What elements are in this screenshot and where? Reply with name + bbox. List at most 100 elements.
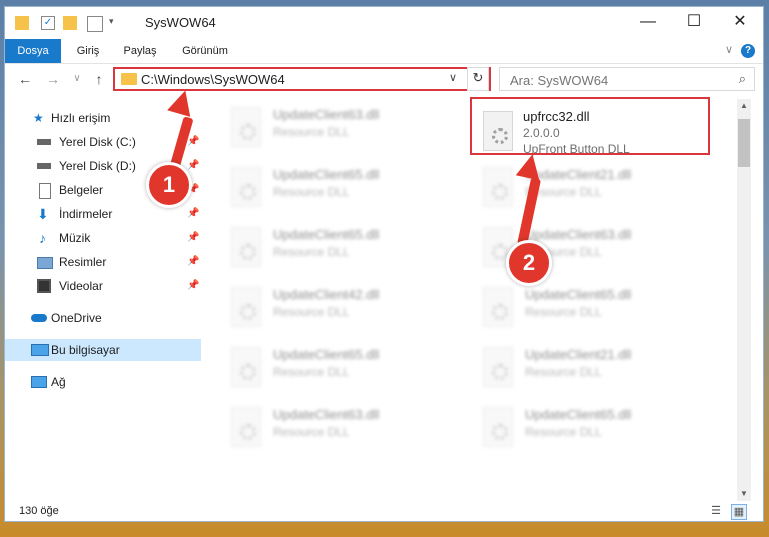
pin-icon[interactable]: 📌 <box>187 251 199 273</box>
back-button[interactable]: ← <box>15 69 35 89</box>
file-name: UpdateClient65.dll <box>273 167 380 182</box>
file-description: Resource DLL <box>273 305 350 319</box>
scroll-down-icon[interactable]: ▼ <box>737 489 751 498</box>
new-folder-icon[interactable] <box>63 16 77 30</box>
file-name: UpdateClient65.dll <box>273 227 380 242</box>
scroll-up-icon[interactable]: ▲ <box>737 101 751 110</box>
dll-file-icon <box>231 227 261 267</box>
item-count: 130 öğe <box>19 505 59 517</box>
file-item[interactable]: UpdateClient65.dll Resource DLL <box>223 219 463 275</box>
pin-icon[interactable]: 📌 <box>187 227 199 249</box>
tab-file[interactable]: Dosya <box>5 39 61 63</box>
music-icon: ♪ <box>39 230 46 246</box>
search-box[interactable]: ⌕ <box>499 67 755 91</box>
recent-locations-button[interactable]: ∨ <box>67 69 87 89</box>
file-name: UpdateClient21.dll <box>525 347 632 362</box>
file-description: Resource DLL <box>525 425 602 439</box>
tab-view[interactable]: Görünüm <box>173 39 237 63</box>
maximize-button[interactable]: ☐ <box>671 7 717 37</box>
address-dropdown-icon[interactable]: ∨ <box>449 71 457 84</box>
file-explorer-window: ✓ ▾ SysWOW64 — ☐ ✕ Dosya Giriş Paylaş Gö… <box>4 6 764 522</box>
tab-home[interactable]: Giriş <box>67 39 109 63</box>
computer-icon <box>31 344 49 356</box>
sidebar-item-label: Hızlı erişim <box>51 111 111 125</box>
file-name: UpdateClient65.dll <box>273 347 380 362</box>
pin-icon[interactable]: 📌 <box>187 275 199 297</box>
search-icon[interactable]: ⌕ <box>739 71 746 87</box>
sidebar-item-label: İndirmeler <box>59 207 113 221</box>
minimize-button[interactable]: — <box>625 7 671 37</box>
network-icon <box>31 376 47 388</box>
file-item[interactable]: UpdateClient65.dll Resource DLL <box>223 339 463 395</box>
sidebar-item-music[interactable]: ♪ Müzik 📌 <box>5 227 201 249</box>
quick-access-dropdown-icon[interactable]: ▾ <box>109 16 114 34</box>
dll-file-icon <box>483 287 513 327</box>
up-button[interactable]: ↑ <box>89 69 109 89</box>
pin-icon[interactable]: 📌 <box>187 203 199 225</box>
expand-ribbon-icon[interactable]: ∨ <box>725 43 733 56</box>
videos-icon <box>37 279 51 293</box>
pictures-icon <box>37 257 53 269</box>
file-item[interactable]: UpdateClient63.dll Resource DLL <box>223 399 463 455</box>
sidebar-item-label: Resimler <box>59 255 107 269</box>
file-description: Resource DLL <box>273 185 350 199</box>
dll-file-icon <box>231 167 261 207</box>
forward-button[interactable]: → <box>43 69 63 89</box>
window-title: SysWOW64 <box>145 15 216 30</box>
details-view-icon[interactable]: ☰ <box>709 504 723 518</box>
sidebar-item-label: Yerel Disk (C:) <box>59 135 136 149</box>
folder-icon <box>121 73 137 85</box>
sidebar-item-disk-c[interactable]: Yerel Disk (C:) 📌 <box>5 131 201 153</box>
help-icon[interactable]: ? <box>741 44 755 58</box>
file-description: Resource DLL <box>525 305 602 319</box>
ribbon-tabs: Dosya Giriş Paylaş Görünüm ∨ ? <box>5 39 763 64</box>
file-item[interactable]: UpdateClient65.dll Resource DLL <box>475 279 715 335</box>
file-item[interactable]: UpdateClient21.dll Resource DLL <box>475 159 715 215</box>
sidebar-item-label: Yerel Disk (D:) <box>59 159 136 173</box>
file-highlight-box <box>470 97 710 155</box>
customize-toolbar-icon[interactable] <box>87 16 103 32</box>
search-input[interactable] <box>508 69 732 91</box>
dll-file-icon <box>231 107 261 147</box>
scrollbar-thumb[interactable] <box>738 119 750 167</box>
close-button[interactable]: ✕ <box>717 7 763 37</box>
file-item[interactable]: UpdateClient65.dll Resource DLL <box>475 399 715 455</box>
file-name: UpdateClient63.dll <box>273 407 380 422</box>
file-name: UpdateClient63.dll <box>525 227 632 242</box>
sidebar-item-label: OneDrive <box>51 311 102 325</box>
sidebar-item-this-pc[interactable]: Bu bilgisayar <box>5 339 201 361</box>
drive-icon <box>37 163 51 169</box>
sidebar-item-videos[interactable]: Videolar 📌 <box>5 275 201 297</box>
file-description: Resource DLL <box>273 365 350 379</box>
file-item[interactable]: UpdateClient65.dll Resource DLL <box>223 159 463 215</box>
file-item[interactable]: UpdateClient42.dll Resource DLL <box>223 279 463 335</box>
sidebar-item-label: Ağ <box>51 375 66 389</box>
dll-file-icon <box>231 407 261 447</box>
callout-badge-1: 1 <box>146 162 192 208</box>
star-icon: ★ <box>33 111 44 125</box>
folder-icon <box>15 16 29 30</box>
refresh-button[interactable]: ↻ <box>467 67 489 91</box>
sidebar-item-network[interactable]: Ağ <box>5 371 201 393</box>
file-item[interactable]: UpdateClient63.dll Resource DLL <box>223 99 463 155</box>
dll-file-icon <box>483 347 513 387</box>
file-item[interactable]: UpdateClient21.dll Resource DLL <box>475 339 715 395</box>
tab-share[interactable]: Paylaş <box>115 39 165 63</box>
file-name: UpdateClient65.dll <box>525 287 632 302</box>
sidebar-item-onedrive[interactable]: OneDrive <box>5 307 201 329</box>
file-description: Resource DLL <box>273 245 350 259</box>
arrow-head-2 <box>515 151 545 181</box>
sidebar-item-pictures[interactable]: Resimler 📌 <box>5 251 201 273</box>
sidebar-item-label: Bu bilgisayar <box>51 343 120 357</box>
drive-icon <box>37 139 51 145</box>
vertical-scrollbar[interactable]: ▲ ▼ <box>737 99 751 503</box>
file-name: UpdateClient63.dll <box>273 107 380 122</box>
address-bar[interactable]: C:\Windows\SysWOW64 <box>113 67 491 91</box>
properties-icon[interactable]: ✓ <box>41 16 55 30</box>
document-icon <box>39 183 51 199</box>
file-description: Resource DLL <box>273 125 350 139</box>
sidebar-item-label: Belgeler <box>59 183 104 197</box>
large-icons-view-icon[interactable]: ▦ <box>731 504 747 520</box>
status-bar: 130 öğe ☰ ▦ <box>5 501 763 521</box>
dll-file-icon <box>483 407 513 447</box>
